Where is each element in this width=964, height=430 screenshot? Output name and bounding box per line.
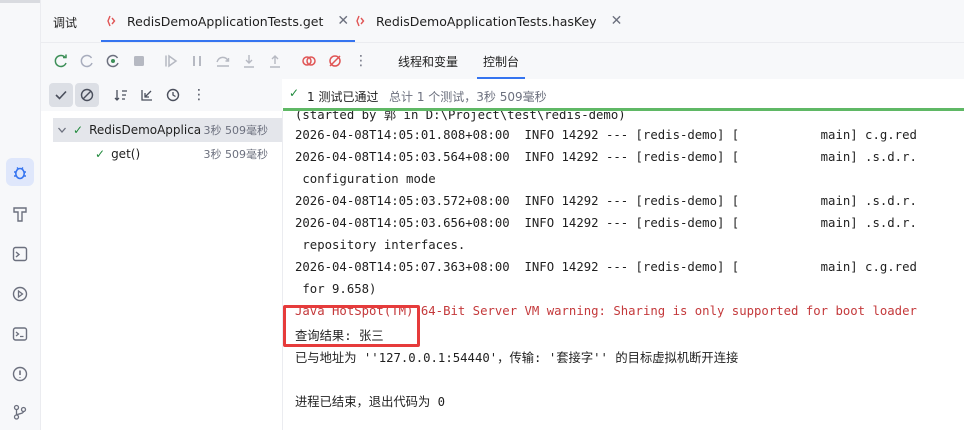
highlight-box [283, 305, 420, 347]
tab-get-label: RedisDemoApplicationTests.get [127, 13, 324, 29]
passed-check-icon: ✓ [73, 123, 84, 137]
more-icon[interactable]: ⋮ [352, 52, 370, 70]
debug-toolbar: ⋮ 线程和变量 控制台 [41, 43, 964, 79]
chevron-down-icon[interactable] [57, 125, 67, 135]
status-detail: 总计 1 个测试，3秒 509毫秒 [389, 90, 547, 104]
git-icon[interactable] [6, 398, 34, 426]
console-line: 进程已结束，退出代码为 0 [295, 395, 446, 409]
tree-row-get[interactable]: ✓ get() 3秒 509毫秒 [95, 142, 282, 166]
rerun-debug-icon[interactable] [104, 52, 122, 70]
tree-child-time: 3秒 509毫秒 [203, 148, 269, 161]
console-line: 2026-04-08T14:05:03.564+08:00 INFO 14292… [295, 150, 917, 164]
close-icon[interactable]: ✕ [337, 13, 349, 29]
show-passed-icon[interactable] [49, 83, 73, 107]
test-diamond-icon [107, 15, 116, 27]
console-line: for 9.658) [295, 282, 377, 296]
console-line: repository interfaces. [295, 238, 466, 252]
run-icon[interactable] [6, 280, 34, 308]
console-line: 2026-04-08T14:05:07.363+08:00 INFO 14292… [295, 260, 917, 274]
tab-get[interactable]: RedisDemoApplicationTests.get ✕ [100, 0, 356, 42]
test-tree: ✓ RedisDemoApplica 3秒 509毫秒 ✓ get() 3秒 5… [41, 111, 283, 430]
console-line: (started by 郭 in D:\Project\test\redis-d… [295, 111, 626, 122]
build-icon[interactable] [6, 200, 34, 228]
terminal-icon[interactable] [6, 320, 34, 348]
close-icon[interactable]: ✕ [611, 13, 623, 29]
debug-panel-title: 调试 [53, 16, 78, 30]
tree-row-root[interactable]: ✓ RedisDemoApplica 3秒 509毫秒 [53, 118, 282, 142]
console-output[interactable]: (started by 郭 in D:\Project\test\redis-d… [283, 111, 964, 430]
terminal-run-icon[interactable] [6, 240, 34, 268]
step-out-icon[interactable] [266, 52, 284, 70]
history-icon[interactable] [161, 83, 185, 107]
mute-breakpoints-icon[interactable] [326, 52, 344, 70]
console-line: 2026-04-08T14:05:01.808+08:00 INFO 14292… [295, 128, 917, 142]
view-breakpoints-icon[interactable] [300, 52, 318, 70]
pause-icon[interactable] [188, 52, 206, 70]
resume-icon[interactable] [162, 52, 180, 70]
tab-threads-variables[interactable]: 线程和变量 [398, 53, 458, 70]
tree-root-label: RedisDemoApplica [89, 123, 202, 137]
debug-icon[interactable] [6, 158, 34, 186]
tree-root-time: 3秒 509毫秒 [203, 124, 269, 137]
tab-haskey[interactable]: RedisDemoApplicationTests.hasKey ✕ [356, 0, 622, 42]
tool-window-bar [0, 0, 41, 430]
debug-tabs-header: 调试 RedisDemoApplicationTests.get ✕ Redis… [41, 0, 964, 43]
test-tree-toolbar: ⋮ [41, 79, 282, 111]
test-diamond-icon [356, 15, 365, 27]
tree-child-label: get() [111, 147, 141, 161]
console-line: 2026-04-08T14:05:03.656+08:00 INFO 14292… [295, 216, 917, 230]
step-into-icon[interactable] [240, 52, 258, 70]
tab-haskey-label: RedisDemoApplicationTests.hasKey [376, 13, 597, 29]
problems-icon[interactable] [6, 360, 34, 388]
tab-console[interactable]: 控制台 [476, 53, 526, 79]
passed-check-icon: ✓ [289, 86, 300, 100]
status-summary: 1 测试已通过 [307, 90, 379, 104]
console-line: 已与地址为 ''127.0.0.1:54440'，传输: '套接字'' 的目标虚… [295, 351, 739, 365]
console-line: configuration mode [295, 172, 436, 186]
sort-icon[interactable] [109, 83, 133, 107]
rerun-failed-icon[interactable] [78, 52, 96, 70]
step-over-icon[interactable] [214, 52, 232, 70]
show-ignored-icon[interactable] [75, 83, 99, 107]
top-divider [0, 0, 40, 3]
more-icon[interactable]: ⋮ [187, 83, 211, 107]
test-status: ✓ 1 测试已通过 总计 1 个测试，3秒 509毫秒 [283, 79, 964, 111]
passed-check-icon: ✓ [95, 147, 106, 161]
stop-icon[interactable] [130, 52, 148, 70]
rerun-icon[interactable] [52, 52, 70, 70]
console-line: 2026-04-08T14:05:03.572+08:00 INFO 14292… [295, 194, 917, 208]
collapse-icon[interactable] [135, 83, 159, 107]
